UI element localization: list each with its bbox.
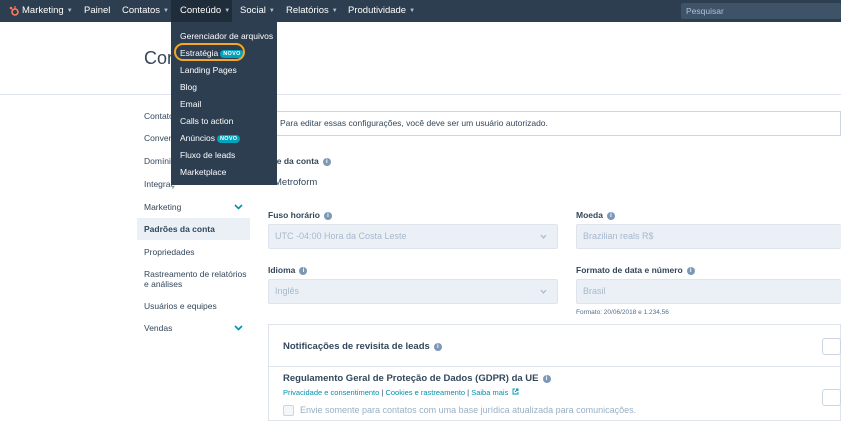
nav-relatorios-label: Relatórios [286,5,329,16]
sidebar-item-propriedades[interactable]: Propriedades [144,247,195,257]
sidebar-item-rastreamento-line2[interactable]: e análises [144,279,182,289]
divider [0,94,841,95]
sidebar-item-usuarios-e-equipes[interactable]: Usuários e equipes [144,301,217,311]
date-format-select[interactable]: Brasil [576,279,841,304]
account-name-value: Metroform [274,177,318,188]
timezone-select[interactable]: UTC -04:00 Hora da Costa Leste [268,224,558,249]
permission-notice: Para editar essas configurações, você de… [267,111,841,136]
menu-item-blog[interactable]: Blog [180,82,197,92]
language-select-value: Inglês [275,286,300,296]
info-icon[interactable]: i [542,375,551,383]
language-label: Idioma i [268,265,308,276]
sidebar-item-dominios[interactable]: Domíni [144,156,171,166]
highlight-ring [174,43,245,61]
link-separator: | [381,388,384,397]
search-input[interactable]: Pesquisar [681,3,841,19]
gdpr-title: Regulamento Geral de Proteção de Dados (… [283,373,551,384]
sidebar-item-vendas[interactable]: Vendas [144,323,172,333]
menu-item-ads[interactable]: Anúncios NOVO [180,133,241,144]
nav-social[interactable]: Social ▼ [240,0,275,22]
currency-label-text: Moeda [576,210,603,220]
menu-item-email[interactable]: Email [180,99,201,109]
nav-marketing[interactable]: Marketing ▼ [22,0,73,22]
link-separator: | [467,388,470,397]
info-icon[interactable]: i [323,212,332,220]
nav-social-label: Social [240,5,266,16]
hubspot-logo-icon[interactable] [8,5,20,17]
info-icon[interactable]: i [322,158,331,166]
gdpr-title-text: Regulamento Geral de Proteção de Dados (… [283,373,539,384]
info-icon[interactable]: i [606,212,615,220]
info-icon[interactable]: i [686,267,695,275]
cookies-tracking-link[interactable]: Cookies e rastreamento [385,388,465,397]
gdpr-lawful-basis-checkbox[interactable] [283,405,294,416]
lead-revisit-toggle[interactable] [822,338,841,355]
nav-produtividade-label: Produtividade [348,5,407,16]
nav-conteudo[interactable]: Conteúdo ▼ [171,0,232,22]
sidebar-item-contatos[interactable]: Contato [144,111,174,121]
timezone-label-text: Fuso horário [268,210,320,220]
menu-item-ads-label: Anúncios [180,133,215,143]
sidebar-item-conversas[interactable]: Conver [144,133,171,143]
privacy-consent-link[interactable]: Privacidade e consentimento [283,388,379,397]
menu-item-lead-flows[interactable]: Fluxo de leads [180,150,235,160]
nav-contatos-label: Contatos [122,5,161,16]
chevron-down-icon[interactable] [234,323,243,332]
divider [268,366,841,367]
lead-revisit-title: Notificações de revisita de leads i [283,341,442,352]
lead-revisit-title-text: Notificações de revisita de leads [283,341,430,352]
sidebar-item-marketing[interactable]: Marketing [144,202,181,212]
currency-select[interactable]: Brazilian reals R$ [576,224,841,249]
learn-more-link[interactable]: Saiba mais [471,388,508,397]
nav-marketing-label: Marketing [22,5,64,16]
nav-conteudo-label: Conteúdo [180,5,222,16]
date-format-select-value: Brasil [583,286,606,296]
nav-contatos[interactable]: Contatos ▼ [122,0,169,22]
date-format-label: Formato de data e número i [576,265,695,276]
menu-item-calls-to-action[interactable]: Calls to action [180,116,233,126]
chevron-down-icon: ▼ [224,8,231,14]
info-icon[interactable]: i [299,267,308,275]
nav-painel[interactable]: Painel [84,0,110,22]
external-link-icon[interactable] [512,388,519,395]
chevron-down-icon[interactable] [234,202,243,211]
info-icon[interactable]: i [433,343,442,351]
menu-item-marketplace[interactable]: Marketplace [180,167,226,177]
chevron-down-icon: ▼ [268,8,275,14]
chevron-down-icon [540,289,547,294]
timezone-select-value: UTC -04:00 Hora da Costa Leste [275,231,407,241]
chevron-down-icon: ▼ [331,8,338,14]
language-label-text: Idioma [268,265,296,275]
language-select[interactable]: Inglês [268,279,558,304]
chevron-down-icon: ▼ [66,8,73,14]
gdpr-links: Privacidade e consentimento | Cookies e … [283,388,519,397]
notice-text: Para editar essas configurações, você de… [280,118,548,128]
nav-produtividade[interactable]: Produtividade ▼ [348,0,415,22]
timezone-label: Fuso horário i [268,210,332,221]
menu-item-landing-pages[interactable]: Landing Pages [180,65,237,75]
nav-relatorios[interactable]: Relatórios ▼ [286,0,338,22]
chevron-down-icon: ▼ [163,8,169,14]
sidebar-item-rastreamento[interactable]: Rastreamento de relatórios [144,269,247,279]
new-badge: NOVO [216,135,241,143]
gdpr-toggle[interactable] [822,389,841,406]
sidebar-item-padroes-da-conta[interactable]: Padrões da conta [137,218,250,240]
date-format-label-text: Formato de data e número [576,265,683,275]
currency-select-value: Brazilian reals R$ [583,231,654,241]
gdpr-checkbox-label: Envie somente para contatos com uma base… [300,405,637,415]
chevron-down-icon [540,234,547,239]
menu-item-file-manager[interactable]: Gerenciador de arquivos [180,31,273,41]
top-navigation-bar: Marketing ▼ Painel Contatos ▼ Conteúdo ▼ So… [0,0,841,22]
currency-label: Moeda i [576,210,615,221]
chevron-down-icon: ▼ [409,8,416,14]
date-format-help: Formato: 20/06/2018 e 1.234,56 [576,309,669,316]
